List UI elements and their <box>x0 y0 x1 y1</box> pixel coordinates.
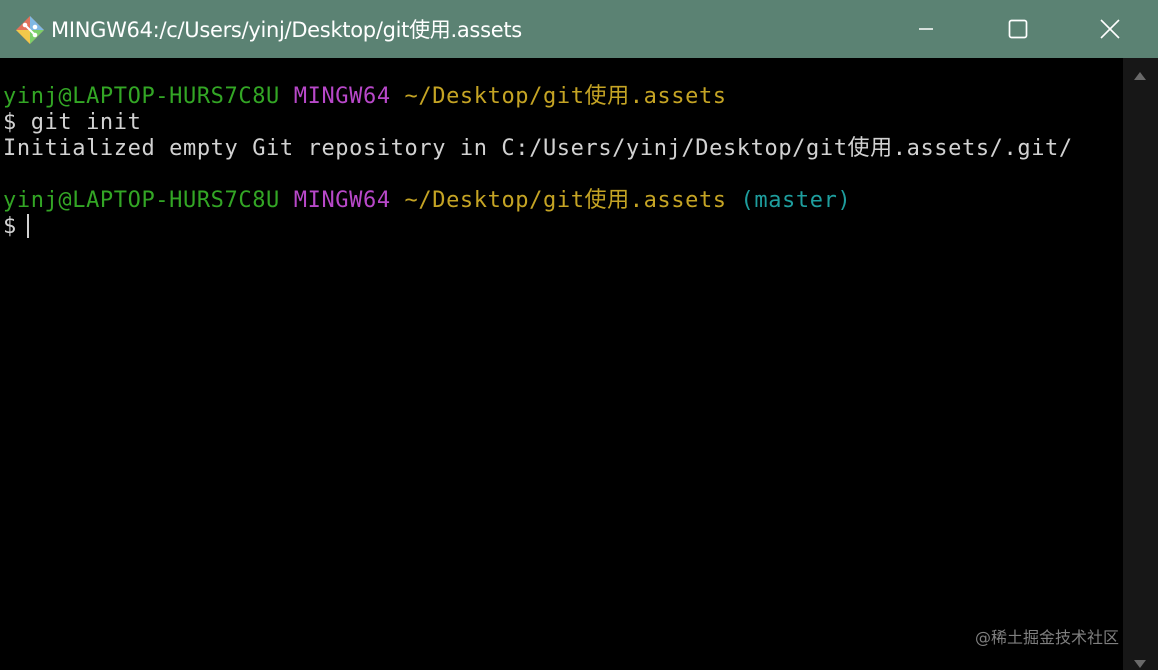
window-title: MINGW64:/c/Users/yinj/Desktop/git使用.asse… <box>51 18 522 42</box>
prompt-line: yinj@LAPTOP-HURS7C8U MINGW64 ~/Desktop/g… <box>3 84 727 110</box>
prompt-branch: (master) <box>740 188 852 213</box>
text-cursor <box>26 214 29 238</box>
title-bar[interactable]: MINGW64:/c/Users/yinj/Desktop/git使用.asse… <box>0 0 1158 58</box>
terminal-output-area[interactable]: yinj@LAPTOP-HURS7C8U MINGW64 ~/Desktop/g… <box>0 58 1123 670</box>
git-for-windows-icon <box>14 14 46 46</box>
minimize-icon <box>919 28 933 30</box>
prompt-user-host: yinj@LAPTOP-HURS7C8U <box>3 188 280 213</box>
maximize-icon <box>1008 19 1028 39</box>
watermark: @稀土掘金技术社区 <box>975 628 1120 647</box>
minimize-button[interactable] <box>880 0 972 58</box>
prompt-line: yinj@LAPTOP-HURS7C8U MINGW64 ~/Desktop/g… <box>3 188 851 214</box>
prompt-path: ~/Desktop/git使用.assets <box>404 84 727 109</box>
maximize-button[interactable] <box>972 0 1064 58</box>
vertical-scrollbar[interactable] <box>1123 58 1158 670</box>
prompt-path: ~/Desktop/git使用.assets <box>404 188 727 213</box>
prompt-msystem: MINGW64 <box>293 188 391 213</box>
prompt-user-host: yinj@LAPTOP-HURS7C8U <box>3 84 280 109</box>
current-input-line[interactable]: $ <box>3 214 29 240</box>
terminal-window: MINGW64:/c/Users/yinj/Desktop/git使用.asse… <box>0 0 1158 670</box>
scroll-down-arrow-icon[interactable] <box>1134 660 1146 668</box>
scroll-up-arrow-icon[interactable] <box>1134 72 1146 80</box>
close-button[interactable] <box>1064 0 1156 58</box>
input-prompt-symbol: $ <box>3 214 17 239</box>
command-output: Initialized empty Git repository in C:/U… <box>3 136 1073 161</box>
close-icon <box>1100 19 1120 39</box>
command-line: $ git init <box>3 110 142 135</box>
prompt-msystem: MINGW64 <box>293 84 391 109</box>
